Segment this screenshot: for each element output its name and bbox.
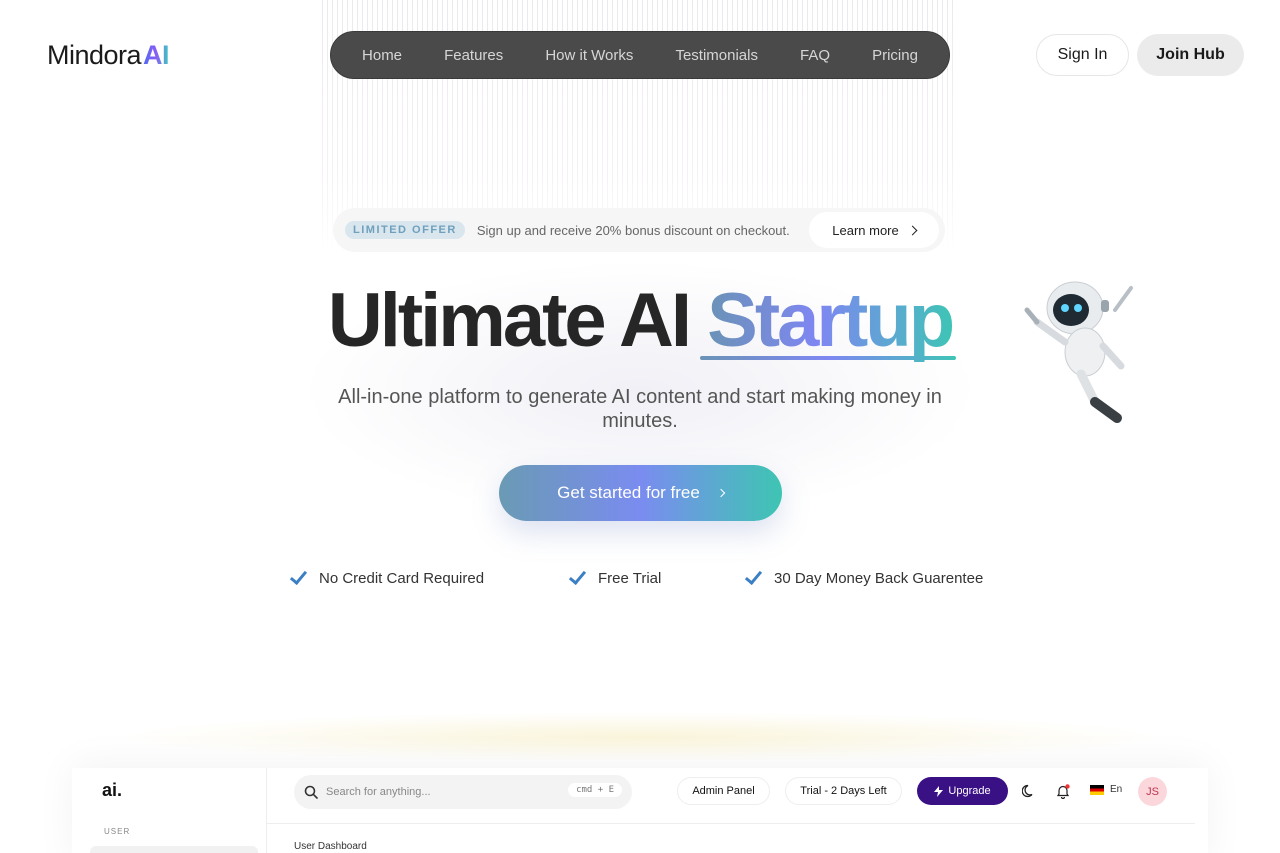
nav-item-features[interactable]: Features (436, 41, 511, 70)
hero-title-highlight: Startup (707, 276, 955, 366)
nav-item-testimonials[interactable]: Testimonials (667, 41, 766, 70)
shortcut-hint: cmd + E (568, 783, 622, 797)
lightning-icon (934, 785, 944, 797)
brand-logo[interactable]: Mindora AI (47, 40, 170, 70)
divider (267, 823, 1195, 824)
checkmark-icon (744, 566, 763, 585)
brand-name: Mindora (47, 40, 142, 70)
dashboard-glow (110, 712, 1170, 762)
nav-item-home[interactable]: Home (354, 41, 410, 70)
moon-icon (1022, 784, 1033, 798)
offer-message: Sign up and receive 20% bonus discount o… (476, 222, 790, 238)
upgrade-button[interactable]: Upgrade (917, 777, 1008, 805)
nav-item-faq[interactable]: FAQ (792, 41, 838, 70)
brand-name-suffix: AI (143, 40, 170, 70)
nav-item-pricing[interactable]: Pricing (864, 41, 926, 70)
german-flag-icon (1090, 784, 1104, 795)
feature-label: No Credit Card Required (319, 570, 485, 587)
checkmark-icon (568, 566, 587, 585)
sign-in-button[interactable]: Sign In (1036, 34, 1129, 76)
dark-mode-toggle[interactable] (1020, 782, 1038, 800)
dashboard-sidebar: ai. USER (72, 768, 267, 853)
sidebar-section-label: USER (104, 827, 131, 836)
dashboard-search-input[interactable]: Search for anything... cmd + E (294, 775, 632, 809)
offer-banner: LIMITED OFFER Sign up and receive 20% bo… (333, 208, 945, 252)
join-hub-button[interactable]: Join Hub (1137, 34, 1244, 76)
sidebar-item[interactable] (90, 846, 258, 853)
learn-more-button[interactable]: Learn more (809, 212, 939, 248)
feature-item: 30 Day Money Back Guarentee (744, 566, 984, 587)
feature-label: Free Trial (598, 570, 662, 587)
chevron-right-icon (716, 488, 726, 498)
user-avatar[interactable]: JS (1138, 777, 1167, 806)
chevron-right-icon (907, 225, 918, 235)
search-icon (304, 785, 318, 799)
feature-label: 30 Day Money Back Guarentee (774, 570, 984, 587)
upgrade-label: Upgrade (948, 785, 991, 797)
title-underline (700, 356, 956, 360)
robot-illustration (1024, 281, 1133, 423)
notifications-button[interactable] (1054, 782, 1072, 800)
search-placeholder: Search for anything... (326, 786, 431, 798)
dashboard-logo[interactable]: ai. (102, 780, 122, 801)
hero-subtitle: All-in-one platform to generate AI conte… (338, 386, 942, 432)
trial-status-button[interactable]: Trial - 2 Days Left (785, 777, 902, 805)
learn-more-label: Learn more (832, 222, 899, 238)
feature-item: No Credit Card Required (289, 566, 485, 587)
main-nav: Home Features How it Works Testimonials … (330, 31, 950, 79)
feature-item: Free Trial (568, 566, 662, 587)
breadcrumb: User Dashboard (294, 841, 367, 852)
language-selector[interactable]: En (1090, 784, 1122, 795)
checkmark-icon (289, 566, 308, 585)
bell-icon (1056, 783, 1070, 799)
get-started-label: Get started for free (557, 483, 700, 502)
admin-panel-button[interactable]: Admin Panel (677, 777, 770, 805)
hero-title-plain: Ultimate AI (327, 278, 692, 363)
language-label: En (1110, 784, 1123, 795)
offer-badge: LIMITED OFFER (345, 221, 465, 239)
nav-item-how-it-works[interactable]: How it Works (537, 41, 641, 70)
get-started-button[interactable]: Get started for free (499, 465, 782, 521)
dashboard-preview: ai. USER Search for anything... cmd + E … (72, 768, 1208, 853)
